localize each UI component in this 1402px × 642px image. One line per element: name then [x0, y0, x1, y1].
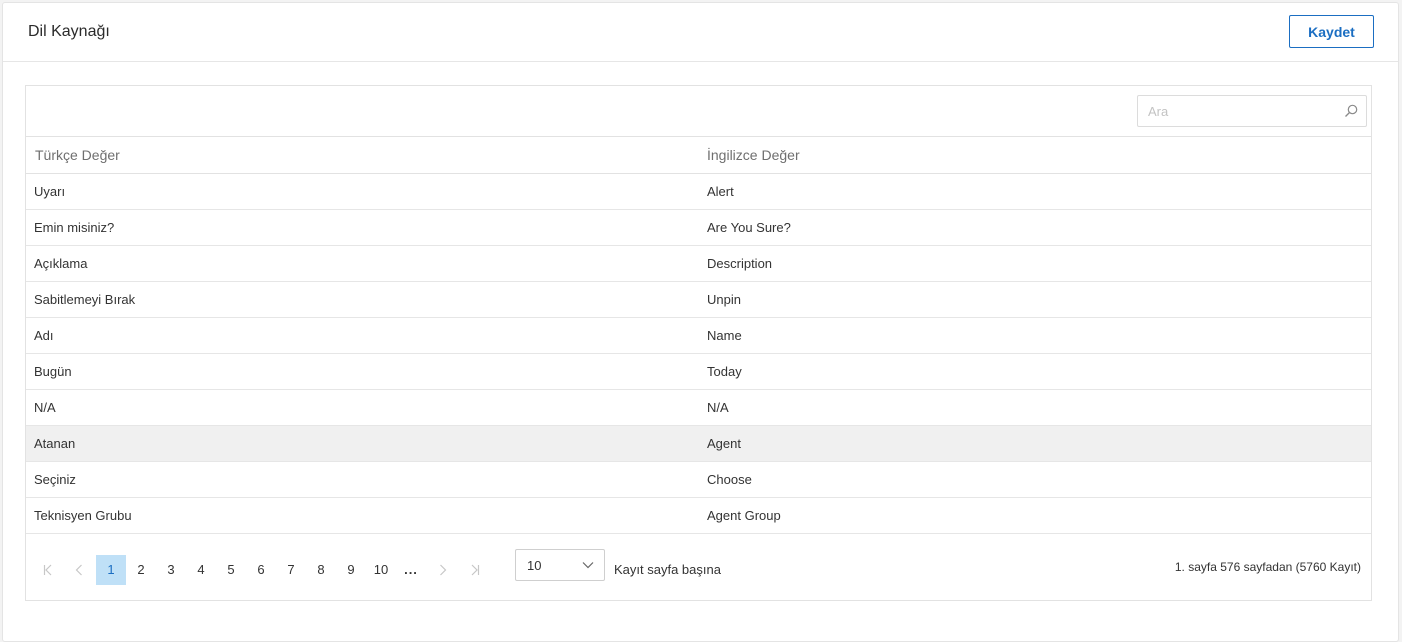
page-title: Dil Kaynağı	[28, 23, 110, 40]
more-pages-button[interactable]: ...	[396, 555, 426, 585]
save-button[interactable]: Kaydet	[1289, 15, 1374, 48]
chevron-left-icon	[75, 564, 82, 576]
english-value: Choose	[699, 461, 1371, 498]
first-page-button[interactable]	[33, 555, 63, 585]
page-button-3[interactable]: 3	[156, 555, 186, 585]
first-page-icon	[43, 564, 52, 576]
turkish-value: Açıklama	[26, 245, 699, 282]
page-button-7[interactable]: 7	[276, 555, 306, 585]
grid-toolbar	[26, 86, 1371, 137]
page-button-4[interactable]: 4	[186, 555, 216, 585]
table-row[interactable]: Seçiniz Choose	[26, 461, 1371, 498]
last-page-button[interactable]	[460, 555, 490, 585]
column-header-turkish[interactable]: Türkçe Değer	[26, 137, 699, 174]
turkish-value: Bugün	[26, 353, 699, 390]
english-value: Agent Group	[699, 497, 1371, 534]
turkish-value: Sabitlemeyi Bırak	[26, 281, 699, 318]
table-row[interactable]: Adı Name	[26, 317, 1371, 354]
table-row[interactable]: Sabitlemeyi Bırak Unpin	[26, 281, 1371, 318]
search-input[interactable]	[1138, 96, 1366, 126]
chevron-down-icon	[582, 562, 594, 569]
turkish-value: Emin misiniz?	[26, 209, 699, 246]
english-value: Today	[699, 353, 1371, 390]
page-button-10[interactable]: 10	[366, 555, 396, 585]
table-row[interactable]: Bugün Today	[26, 353, 1371, 390]
english-value: Name	[699, 317, 1371, 354]
english-value: Description	[699, 245, 1371, 282]
next-page-button[interactable]	[428, 555, 458, 585]
table-row[interactable]: Emin misiniz? Are You Sure?	[26, 209, 1371, 246]
table-row-hovered[interactable]: Atanan Agent	[26, 425, 1371, 462]
english-value: Unpin	[699, 281, 1371, 318]
previous-page-button[interactable]	[64, 555, 94, 585]
turkish-value: Seçiniz	[26, 461, 699, 498]
turkish-value: Teknisyen Grubu	[26, 497, 699, 534]
search-icon[interactable]	[1344, 104, 1358, 118]
page-size-label: Kayıt sayfa başına	[614, 562, 721, 577]
page-button-1[interactable]: 1	[96, 555, 126, 585]
turkish-value: Atanan	[26, 425, 699, 462]
turkish-value: Uyarı	[26, 173, 699, 210]
table-row[interactable]: Açıklama Description	[26, 245, 1371, 282]
page-button-8[interactable]: 8	[306, 555, 336, 585]
table-row[interactable]: N/A N/A	[26, 389, 1371, 426]
page-button-6[interactable]: 6	[246, 555, 276, 585]
turkish-value: N/A	[26, 389, 699, 426]
page-size-select[interactable]: 10	[515, 549, 605, 581]
english-value: Are You Sure?	[699, 209, 1371, 246]
search-box[interactable]	[1137, 95, 1367, 127]
card-header: Dil Kaynağı Kaydet	[3, 3, 1398, 62]
table-header-row: Türkçe Değer İngilizce Değer	[26, 137, 1371, 174]
table-row[interactable]: Uyarı Alert	[26, 173, 1371, 210]
page-button-9[interactable]: 9	[336, 555, 366, 585]
data-grid: Türkçe Değer İngilizce Değer UyarıAlert …	[25, 85, 1372, 601]
page-info: 1. sayfa 576 sayfadan (5760 Kayıt)	[1174, 560, 1361, 574]
turkish-value: Adı	[26, 317, 699, 354]
english-value: N/A	[699, 389, 1371, 426]
page-button-2[interactable]: 2	[126, 555, 156, 585]
chevron-right-icon	[440, 564, 447, 576]
english-value: Alert	[699, 173, 1371, 210]
last-page-icon	[471, 564, 480, 576]
table-row[interactable]: Teknisyen Grubu Agent Group	[26, 497, 1371, 534]
page-button-5[interactable]: 5	[216, 555, 246, 585]
language-table: Türkçe Değer İngilizce Değer Uyarı Alert …	[26, 137, 1371, 534]
page-size-value: 10	[527, 558, 542, 573]
pager: 1 2 3 4 5 6 7 8 9 10 ... 10 Kayıt sayfa …	[26, 535, 1371, 602]
column-header-english[interactable]: İngilizce Değer	[699, 137, 1371, 174]
english-value: Agent	[699, 425, 1371, 462]
